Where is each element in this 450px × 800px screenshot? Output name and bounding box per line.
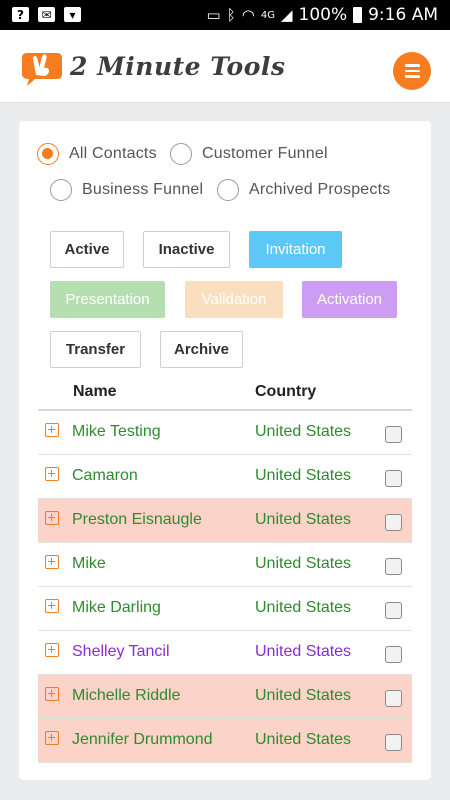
radio-button[interactable] — [50, 179, 72, 201]
menu-button[interactable] — [393, 52, 431, 90]
row-checkbox[interactable] — [385, 602, 402, 619]
hamburger-menu-icon — [404, 64, 420, 67]
chip-inactive[interactable]: Inactive — [143, 231, 230, 268]
radio-archived-prospects[interactable]: Archived Prospects — [217, 179, 390, 201]
radio-business-funnel[interactable]: Business Funnel — [50, 179, 203, 201]
lte-icon: 4G — [260, 9, 275, 21]
app-header: 2 Minute Tools — [0, 30, 450, 103]
system-icons: ▭ ᛒ ◠ 4G ◢ 100% 9:16 AM — [207, 5, 438, 25]
table-row[interactable]: Mike Testing United States — [38, 411, 412, 455]
row-checkbox[interactable] — [385, 426, 402, 443]
expand-icon[interactable] — [45, 423, 59, 437]
table-row[interactable]: Mike United States — [38, 543, 412, 587]
table-row[interactable]: Camaron United States — [38, 455, 412, 499]
chip-transfer[interactable]: Transfer — [50, 331, 141, 368]
chip-activation[interactable]: Activation — [302, 281, 397, 318]
expand-icon[interactable] — [45, 643, 59, 657]
radio-customer-funnel[interactable]: Customer Funnel — [170, 143, 328, 165]
radio-button[interactable] — [170, 143, 192, 165]
row-checkbox[interactable] — [385, 558, 402, 575]
contact-country: United States — [255, 599, 352, 616]
contact-name[interactable]: Camaron — [72, 467, 138, 485]
contact-name[interactable]: Mike Testing — [72, 423, 161, 441]
radio-label: All Contacts — [69, 145, 157, 162]
radio-button[interactable] — [37, 143, 59, 165]
contact-name[interactable]: Shelley Tancil — [72, 643, 170, 661]
chip-validation[interactable]: Validation — [185, 281, 283, 318]
table-row[interactable]: Shelley Tancil United States — [38, 631, 412, 675]
chip-active[interactable]: Active — [50, 231, 124, 268]
contact-country: United States — [255, 687, 352, 704]
table-row[interactable]: Michelle Riddle United States — [38, 675, 412, 719]
chip-invitation[interactable]: Invitation — [249, 231, 342, 268]
chip-archive[interactable]: Archive — [160, 331, 243, 368]
battery-icon — [353, 7, 363, 23]
column-header-name[interactable]: Name — [73, 383, 117, 401]
peace-hand-icon — [22, 53, 62, 86]
radio-label: Archived Prospects — [249, 181, 391, 198]
contact-name[interactable]: Mike — [72, 555, 106, 573]
expand-icon[interactable] — [45, 599, 59, 613]
contact-name[interactable]: Mike Darling — [72, 599, 161, 617]
table-header: Name Country — [38, 375, 412, 411]
contact-country: United States — [255, 731, 352, 748]
contact-country: United States — [255, 511, 352, 528]
expand-icon[interactable] — [45, 467, 59, 481]
contact-name[interactable]: Michelle Riddle — [72, 687, 181, 705]
expand-icon[interactable] — [45, 731, 59, 745]
status-bar: ? ✉ ▾ ▭ ᛒ ◠ 4G ◢ 100% 9:16 AM — [0, 0, 450, 30]
row-checkbox[interactable] — [385, 734, 402, 751]
expand-icon[interactable] — [45, 555, 59, 569]
chip-presentation[interactable]: Presentation — [50, 281, 165, 318]
column-header-country[interactable]: Country — [255, 383, 316, 401]
row-checkbox[interactable] — [385, 646, 402, 663]
row-checkbox[interactable] — [385, 470, 402, 487]
status-filter-group: Active Inactive Invitation Presentation … — [38, 212, 411, 375]
contact-country: United States — [255, 555, 352, 572]
bluetooth-icon: ᛒ — [226, 6, 236, 24]
radio-button[interactable] — [217, 179, 239, 201]
contact-name[interactable]: Jennifer Drummond — [72, 731, 213, 749]
battery-level: 100% — [298, 5, 348, 25]
row-checkbox[interactable] — [385, 514, 402, 531]
radio-label: Business Funnel — [82, 181, 204, 198]
expand-icon[interactable] — [45, 687, 59, 701]
clock: 9:16 AM — [368, 5, 438, 25]
contact-name[interactable]: Preston Eisnaugle — [72, 511, 202, 529]
radio-label: Customer Funnel — [202, 145, 328, 162]
mail-icon: ✉ — [38, 7, 55, 22]
signal-icon: ◢ — [280, 6, 293, 24]
expand-icon[interactable] — [45, 511, 59, 525]
cast-icon: ▭ — [206, 6, 221, 24]
radio-all-contacts[interactable]: All Contacts — [37, 143, 157, 165]
contact-country: United States — [255, 643, 352, 660]
contact-country: United States — [255, 467, 352, 484]
table-row[interactable]: Preston Eisnaugle United States — [38, 499, 412, 543]
wifi-icon: ◠ — [241, 6, 255, 24]
row-checkbox[interactable] — [385, 690, 402, 707]
contact-country: United States — [255, 423, 352, 440]
notification-icons: ? ✉ ▾ — [12, 7, 81, 22]
app-name: 2 Minute Tools — [70, 52, 286, 81]
question-icon: ? — [12, 7, 29, 22]
table-row[interactable]: Jennifer Drummond United States — [38, 719, 412, 763]
inbox-icon: ▾ — [64, 7, 81, 22]
table-row[interactable]: Mike Darling United States — [38, 587, 412, 631]
